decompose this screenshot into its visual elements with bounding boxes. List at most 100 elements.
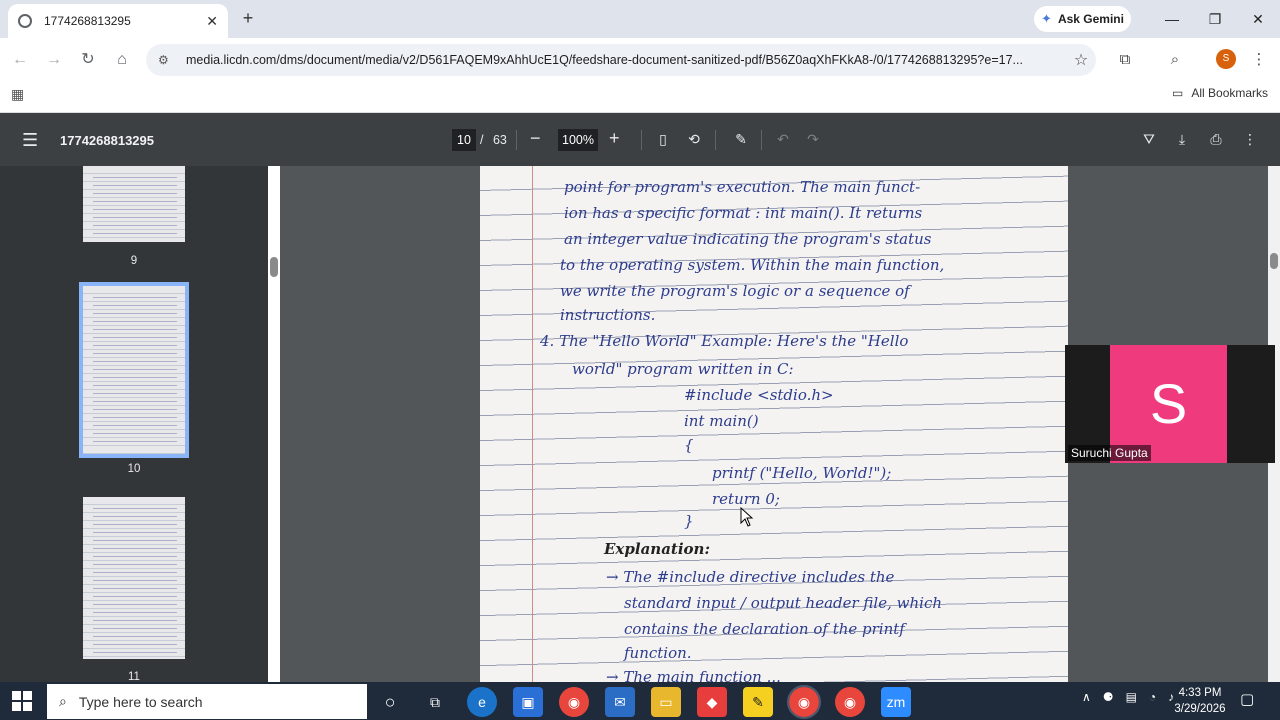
search-placeholder: Type here to search bbox=[78, 693, 203, 710]
new-tab-button[interactable]: + bbox=[238, 8, 258, 28]
browser-tab[interactable]: 1774268813295 ✕ bbox=[8, 4, 228, 38]
page-thumbnail-10[interactable] bbox=[79, 282, 189, 458]
thumbnail-label: 9 bbox=[130, 255, 138, 267]
page-number-input[interactable]: 10 bbox=[452, 129, 476, 151]
apps-grid-icon[interactable]: ▦ bbox=[11, 86, 27, 102]
annotate-icon[interactable]: ✎ bbox=[731, 131, 751, 149]
participant-name: Suruchi Gupta bbox=[1068, 445, 1151, 461]
more-menu-icon[interactable]: ⋮ bbox=[1248, 49, 1270, 71]
minimize-button[interactable]: — bbox=[1152, 6, 1192, 32]
page-text-line: → The main function ... bbox=[606, 668, 781, 682]
task-view-icon[interactable]: ⧉ bbox=[420, 687, 450, 717]
total-pages: 63 bbox=[492, 133, 507, 147]
zoom-icon[interactable]: zm bbox=[881, 687, 911, 717]
page-text-line: standard input / output header file, whi… bbox=[624, 594, 943, 612]
ask-gemini-button[interactable]: ✦ Ask Gemini bbox=[1034, 6, 1131, 32]
sidebar-scroll-thumb[interactable] bbox=[270, 257, 278, 277]
sidebar-menu-icon[interactable]: ☰ bbox=[22, 130, 38, 151]
file-explorer-icon[interactable]: ▭ bbox=[651, 687, 681, 717]
print-icon[interactable]: ⎙ bbox=[1206, 131, 1226, 149]
pdf-toolbar bbox=[0, 113, 1280, 166]
sticky-notes-icon[interactable]: ✎ bbox=[743, 687, 773, 717]
app-icon[interactable]: ◆ bbox=[697, 687, 727, 717]
notification-icon[interactable]: ▢ bbox=[1240, 690, 1254, 708]
download-icon[interactable]: ⤓ bbox=[1172, 131, 1192, 149]
page-thumbnail-11[interactable] bbox=[83, 497, 185, 659]
extensions-icon[interactable]: ⧉ bbox=[1114, 49, 1136, 71]
taskbar-search-box[interactable]: ⌕ Type here to search bbox=[47, 684, 367, 719]
tab-title: 1774268813295 bbox=[44, 14, 131, 28]
code-line: printf ("Hello, World!"); bbox=[712, 464, 892, 482]
mouse-cursor-icon bbox=[740, 507, 754, 527]
page-text-line: an integer value indicating the program'… bbox=[564, 230, 932, 248]
clock-time: 4:33 PM bbox=[1178, 687, 1222, 699]
code-line: int main() bbox=[684, 412, 759, 430]
thumbnail-label: 11 bbox=[128, 671, 140, 682]
toolbar-divider bbox=[641, 130, 642, 150]
page-separator: / bbox=[480, 133, 484, 147]
folder-icon: ▭ bbox=[1172, 86, 1184, 100]
taskbar-clock[interactable]: 4:33 PM 3/29/2026 bbox=[1172, 685, 1228, 717]
home-button[interactable]: ⌂ bbox=[111, 49, 133, 71]
page-thumbnail-9[interactable] bbox=[83, 166, 185, 242]
fit-page-icon[interactable]: ▯ bbox=[653, 131, 673, 149]
zoom-out-button[interactable]: − bbox=[530, 128, 541, 149]
edge-icon[interactable]: e bbox=[467, 687, 497, 717]
back-button[interactable]: ← bbox=[9, 49, 31, 71]
forward-button[interactable]: → bbox=[43, 49, 65, 71]
chrome-icon[interactable]: ◉ bbox=[559, 687, 589, 717]
toolbar-divider bbox=[715, 130, 716, 150]
viewer-scroll-thumb[interactable] bbox=[1270, 253, 1278, 269]
rotate-icon[interactable]: ⟲ bbox=[684, 131, 704, 149]
reload-button[interactable]: ↻ bbox=[77, 49, 99, 71]
zoom-level-input[interactable]: 100% bbox=[558, 129, 598, 151]
system-tray[interactable]: ∧ ⚈ ▤ ◔ ♪ bbox=[1082, 690, 1174, 704]
clock-date: 3/29/2026 bbox=[1174, 703, 1226, 715]
close-tab-icon[interactable]: ✕ bbox=[206, 13, 218, 30]
windows-start-icon[interactable] bbox=[12, 691, 32, 711]
mail-icon[interactable]: ✉ bbox=[605, 687, 635, 717]
close-window-button[interactable]: ✕ bbox=[1238, 6, 1278, 32]
chrome-active-icon[interactable]: ◉ bbox=[787, 685, 821, 719]
page-text-line: → The #include directive includes the bbox=[606, 568, 895, 586]
code-line: { bbox=[684, 436, 694, 454]
page-text-line: 4. The "Hello World" Example: Here's the… bbox=[540, 332, 909, 350]
search-tabs-icon[interactable]: ⌕ bbox=[1164, 49, 1186, 71]
bookmarks-bar bbox=[0, 80, 1280, 113]
meet-now-icon[interactable]: ⚈ bbox=[1103, 690, 1114, 704]
more-actions-icon[interactable]: ⋮ bbox=[1240, 131, 1260, 149]
code-line: return 0; bbox=[712, 490, 780, 508]
globe-icon bbox=[18, 14, 32, 28]
gemini-sparkle-icon: ✦ bbox=[1041, 11, 1052, 26]
page-count: / 63 bbox=[480, 133, 507, 147]
ask-gemini-label: Ask Gemini bbox=[1057, 12, 1124, 26]
redo-icon[interactable]: ↷ bbox=[803, 131, 823, 149]
cortana-icon[interactable]: ○ bbox=[375, 687, 405, 717]
toolbar-divider bbox=[761, 130, 762, 150]
profile-avatar[interactable]: S bbox=[1216, 49, 1236, 69]
wifi-icon[interactable]: ◔ bbox=[1149, 690, 1156, 704]
store-icon[interactable]: ▣ bbox=[513, 687, 543, 717]
toolbar-divider bbox=[516, 130, 517, 150]
bookmark-star-icon[interactable]: ☆ bbox=[1066, 50, 1096, 70]
site-info-icon[interactable]: ⚙ bbox=[158, 53, 176, 67]
all-bookmarks-button[interactable]: ▭ All Bookmarks bbox=[1172, 86, 1268, 100]
code-line: #include <stdio.h> bbox=[684, 386, 834, 404]
all-bookmarks-label: All Bookmarks bbox=[1191, 86, 1269, 100]
page-text-line: we write the program's logic or a sequen… bbox=[560, 282, 910, 300]
pdf-page: point for program's execution. The main … bbox=[480, 166, 1068, 682]
network-icon[interactable]: ▤ bbox=[1126, 690, 1137, 704]
undo-icon[interactable]: ↶ bbox=[773, 131, 793, 149]
thumbnail-label: 10 bbox=[127, 463, 141, 475]
zoom-in-button[interactable]: + bbox=[609, 128, 620, 149]
pdf-title: 1774268813295 bbox=[60, 133, 154, 148]
restore-button[interactable]: ❐ bbox=[1195, 6, 1235, 32]
page-text-line: instructions. bbox=[560, 306, 656, 324]
address-bar[interactable]: ⚙ media.licdn.com/dms/document/media/v2/… bbox=[146, 44, 1096, 76]
chevron-up-icon[interactable]: ∧ bbox=[1082, 690, 1091, 704]
save-to-drive-icon[interactable]: ⛛ bbox=[1139, 131, 1159, 149]
chrome-icon-2[interactable]: ◉ bbox=[835, 687, 865, 717]
search-icon: ⌕ bbox=[59, 693, 67, 709]
sidebar-scrollbar[interactable] bbox=[268, 166, 280, 682]
page-heading: Explanation: bbox=[604, 540, 710, 558]
